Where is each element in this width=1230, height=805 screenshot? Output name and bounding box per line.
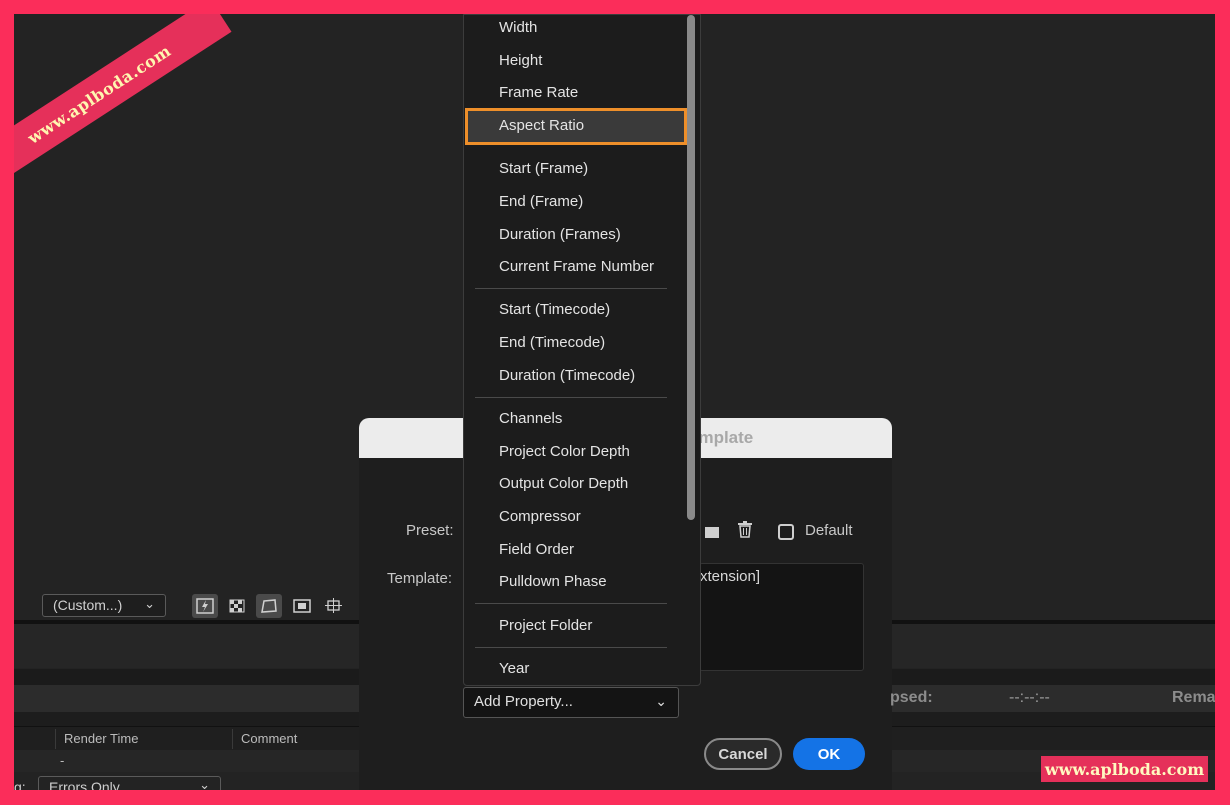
- remaining-label: Rema: [1172, 689, 1215, 706]
- menu-item-project-folder[interactable]: Project Folder: [499, 617, 592, 634]
- cancel-button[interactable]: Cancel: [704, 738, 782, 770]
- menu-item-aspect-ratio[interactable]: Aspect Ratio: [499, 117, 584, 134]
- column-render-time[interactable]: Render Time: [64, 731, 138, 746]
- trash-icon[interactable]: [737, 521, 753, 543]
- save-preset-icon[interactable]: [705, 522, 719, 543]
- log-select-value: Errors Only: [49, 779, 120, 790]
- ok-button[interactable]: OK: [793, 738, 865, 770]
- region-of-interest-icon[interactable]: [289, 594, 315, 618]
- menu-item-duration-timecode[interactable]: Duration (Timecode): [499, 367, 635, 384]
- menu-item-start-timecode[interactable]: Start (Timecode): [499, 301, 610, 318]
- menu-item-field-order[interactable]: Field Order: [499, 541, 574, 558]
- view-select-value: (Custom...): [53, 597, 123, 613]
- watermark-badge: www.aplboda.com: [1041, 756, 1208, 782]
- render-time-value: -: [60, 753, 65, 768]
- view-select[interactable]: (Custom...) ⌄: [42, 594, 166, 617]
- add-property-dropdown[interactable]: Add Property... ⌄: [463, 687, 679, 718]
- menu-item-channels[interactable]: Channels: [499, 410, 562, 427]
- fast-preview-icon[interactable]: [192, 594, 218, 618]
- menu-separator: [475, 647, 667, 648]
- column-comment[interactable]: Comment: [241, 731, 297, 746]
- menu-item-frame-rate[interactable]: Frame Rate: [499, 84, 578, 101]
- add-property-label: Add Property...: [474, 693, 573, 710]
- template-label: Template:: [387, 570, 453, 587]
- menu-item-width[interactable]: Width: [499, 19, 537, 36]
- property-dropdown-menu: Width Height Frame Rate Aspect Ratio Sta…: [463, 14, 701, 686]
- menu-separator: [475, 397, 667, 398]
- menu-item-end-frame[interactable]: End (Frame): [499, 193, 583, 210]
- watermark-text: www.aplboda.com: [1044, 759, 1205, 779]
- column-divider: [55, 729, 56, 749]
- menu-item-end-timecode[interactable]: End (Timecode): [499, 334, 605, 351]
- menu-item-pulldown-phase[interactable]: Pulldown Phase: [499, 573, 607, 590]
- menu-item-duration-frames[interactable]: Duration (Frames): [499, 226, 621, 243]
- mask-path-icon[interactable]: [256, 594, 282, 618]
- column-divider: [232, 729, 233, 749]
- template-field[interactable]: xtension]: [699, 563, 864, 671]
- menu-item-year[interactable]: Year: [499, 660, 529, 677]
- watermark-banner: www.aplboda.com: [14, 14, 232, 190]
- default-label: Default: [805, 522, 853, 539]
- transparency-grid-icon[interactable]: [224, 594, 250, 618]
- preset-label: Preset:: [406, 522, 454, 539]
- menu-item-height[interactable]: Height: [499, 52, 542, 69]
- log-select[interactable]: Errors Only ⌄: [38, 776, 221, 790]
- guides-icon[interactable]: [321, 594, 347, 618]
- elapsed-label: psed:: [890, 689, 933, 706]
- watermark-text: www.aplboda.com: [23, 40, 175, 148]
- elapsed-time: --:--:--: [1009, 689, 1050, 706]
- app-frame: www.aplboda.com (Custom...) ⌄ Render Tim…: [14, 14, 1215, 790]
- chevron-down-icon: ⌄: [144, 596, 155, 611]
- menu-item-compressor[interactable]: Compressor: [499, 508, 581, 525]
- menu-separator: [475, 288, 667, 289]
- menu-item-output-color-depth[interactable]: Output Color Depth: [499, 475, 628, 492]
- template-value: xtension]: [700, 568, 761, 585]
- default-checkbox[interactable]: [778, 524, 794, 540]
- log-label: g:: [14, 779, 26, 790]
- menu-item-project-color-depth[interactable]: Project Color Depth: [499, 443, 630, 460]
- chevron-down-icon: ⌄: [199, 777, 210, 790]
- menu-item-start-frame[interactable]: Start (Frame): [499, 160, 588, 177]
- menu-scrollbar[interactable]: [687, 15, 695, 520]
- menu-separator: [475, 603, 667, 604]
- menu-item-current-frame-number[interactable]: Current Frame Number: [499, 258, 654, 275]
- chevron-down-icon: ⌄: [655, 693, 667, 709]
